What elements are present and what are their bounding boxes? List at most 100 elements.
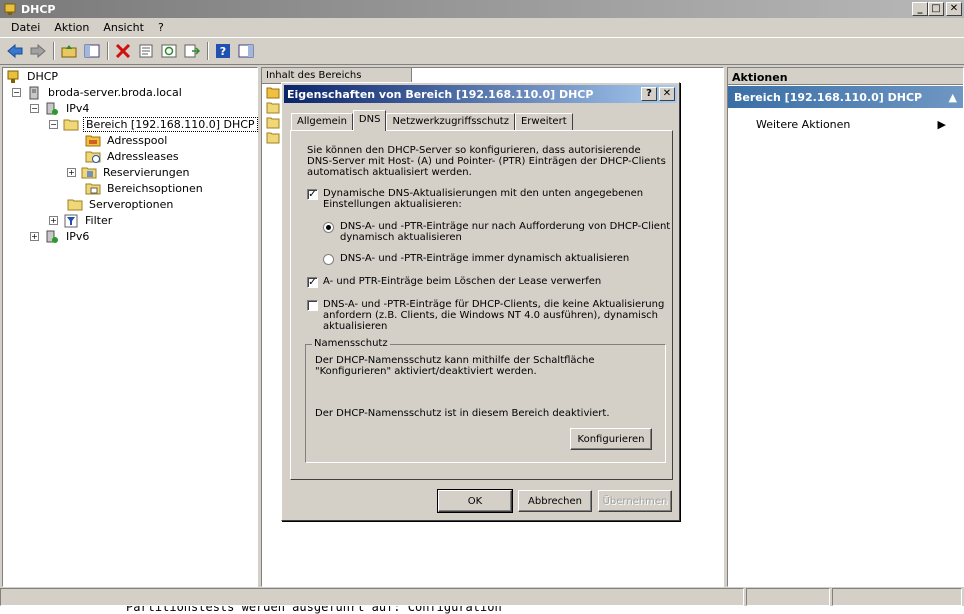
tree-item-server-options[interactable]: Serveroptionen [67,197,175,212]
expand-toggle-icon[interactable]: + [30,232,39,241]
tree-item-filter[interactable]: + Filter [49,213,114,228]
tab-dns[interactable]: DNS [352,110,387,131]
collapse-toggle-icon[interactable]: − [30,104,39,113]
status-cell-main [0,588,744,606]
tree-item-reservations[interactable]: + Reservierungen [67,165,191,180]
actions-scope-title: Bereich [192.168.110.0] DHCP [734,90,923,104]
tree-item-address-leases[interactable]: Adressleases [85,149,181,164]
dialog-help-button[interactable]: ? [641,87,657,101]
address-leases-icon [85,150,101,164]
actions-pane: Aktionen Bereich [192.168.110.0] DHCP ▲ … [727,67,964,587]
tree-item-scope-options[interactable]: Bereichsoptionen [85,181,205,196]
dialog-tabs: Allgemein DNS Netzwerkzugriffsschutz Erw… [291,109,573,131]
configure-button[interactable]: Konfigurieren [570,428,652,450]
server-options-icon [67,198,83,212]
collapse-toggle-icon[interactable]: − [49,120,58,129]
dhcp-app-icon [4,3,16,15]
actions-header: Aktionen [728,68,963,85]
console-tree-pane: DHCP − broda-server.broda.local − IPv4 −… [2,67,258,587]
tab-netzwerkzugriffsschutz[interactable]: Netzwerkzugriffsschutz [386,113,515,131]
tab-erweitert[interactable]: Erweitert [514,113,573,131]
discard-on-delete-checkbox[interactable]: ✓ A- und PTR-Einträge beim Löschen der L… [307,276,601,288]
folder-icon[interactable] [266,116,280,129]
dialog-titlebar: Eigenschaften von Bereich [192.168.110.0… [284,85,677,103]
checkbox-checked[interactable]: ✓ [307,189,318,200]
status-bar [0,588,964,606]
checkbox-unchecked[interactable] [307,300,318,311]
ipv4-icon [44,102,60,116]
menu-aktion[interactable]: Aktion [47,21,96,34]
collapse-up-icon[interactable]: ▲ [949,91,957,104]
server-icon [26,86,42,100]
collapse-toggle-icon[interactable]: − [12,88,21,97]
expand-toggle-icon[interactable]: + [67,168,76,177]
dns-tab-panel: Sie können den DHCP-Server so konfigurie… [290,130,673,480]
toolbar-separator [53,42,55,60]
menu-help[interactable]: ? [151,21,171,34]
ipv6-icon [44,230,60,244]
back-arrow-icon[interactable] [4,41,26,61]
show-hide-tree-icon[interactable] [81,41,103,61]
radio-unselected[interactable] [323,254,334,265]
window-titlebar: DHCP _ □ ✕ [0,0,964,18]
toolbar: ? [0,37,964,65]
cancel-button[interactable]: Abbrechen [518,490,592,512]
tree-item-scope[interactable]: − Bereich [192.168.110.0] DHCP [49,117,258,132]
delete-icon[interactable] [112,41,134,61]
radio-selected[interactable] [323,222,334,233]
update-on-request-radio[interactable]: DNS-A- und -PTR-Einträge nur nach Auffor… [323,221,670,243]
folder-icon[interactable] [266,131,280,144]
maximize-button[interactable]: □ [928,2,944,16]
name-protection-text: Der DHCP-Namensschutz kann mithilfe der … [315,355,595,377]
apply-button[interactable]: Übernehmen [598,490,672,512]
help-icon[interactable]: ? [212,41,234,61]
tab-allgemein[interactable]: Allgemein [291,113,353,131]
name-protection-status: Der DHCP-Namensschutz ist in diesem Bere… [315,408,610,419]
close-button[interactable]: ✕ [946,2,962,16]
toolbar-separator [207,42,209,60]
address-pool-icon [85,134,101,148]
menu-bar: Datei Aktion Ansicht ? [0,18,964,37]
content-icons [266,86,280,146]
dialog-close-button[interactable]: ✕ [659,87,675,101]
more-actions-label: Weitere Aktionen [756,118,851,131]
tree-item-dhcp[interactable]: DHCP [5,69,60,84]
submenu-arrow-icon: ▶ [937,118,946,131]
export-list-icon[interactable] [181,41,203,61]
menu-ansicht[interactable]: Ansicht [96,21,151,34]
background-console: Partitionstests werden ausgeführt auf: C… [0,606,964,614]
more-actions-item[interactable]: Weitere Aktionen ▶ [756,118,946,131]
refresh-icon[interactable] [158,41,180,61]
name-protection-group: Namensschutz Der DHCP-Namensschutz kann … [305,338,666,463]
always-update-radio[interactable]: DNS-A- und -PTR-Einträge immer dynamisch… [323,253,629,265]
dhcp-root-icon [5,70,21,84]
tree-item-ipv6[interactable]: + IPv6 [30,229,91,244]
update-nt4-clients-checkbox[interactable]: DNS-A- und -PTR-Einträge für DHCP-Client… [307,299,664,332]
menu-datei[interactable]: Datei [4,21,47,34]
tree-item-address-pool[interactable]: Adresspool [85,133,169,148]
svg-text:?: ? [220,45,226,58]
tree-item-ipv4[interactable]: − IPv4 [30,101,91,116]
forward-arrow-icon[interactable] [27,41,49,61]
actions-scope-section[interactable]: Bereich [192.168.110.0] DHCP ▲ [728,86,963,108]
folder-icon[interactable] [266,101,280,114]
scope-properties-dialog: Eigenschaften von Bereich [192.168.110.0… [281,82,680,521]
status-cell [746,588,830,606]
folder-icon [63,118,79,132]
show-hide-action-pane-icon[interactable] [235,41,257,61]
tree-item-server[interactable]: − broda-server.broda.local [12,85,184,100]
expand-toggle-icon[interactable]: + [49,216,58,225]
properties-icon[interactable] [135,41,157,61]
intro-text: Sie können den DHCP-Server so konfigurie… [307,145,666,178]
folder-icon[interactable] [266,86,280,99]
dialog-title: Eigenschaften von Bereich [192.168.110.0… [287,87,594,101]
dynamic-dns-checkbox[interactable]: ✓ Dynamische DNS-Aktualisierungen mit de… [307,188,643,210]
ok-button[interactable]: OK [437,489,513,513]
console-output-text: Partitionstests werden ausgeführt auf: C… [126,606,502,614]
minimize-button[interactable]: _ [912,2,928,16]
checkbox-checked[interactable]: ✓ [307,277,318,288]
up-folder-icon[interactable] [58,41,80,61]
scope-options-icon [85,182,101,196]
filter-icon [63,214,79,228]
toolbar-separator [107,42,109,60]
